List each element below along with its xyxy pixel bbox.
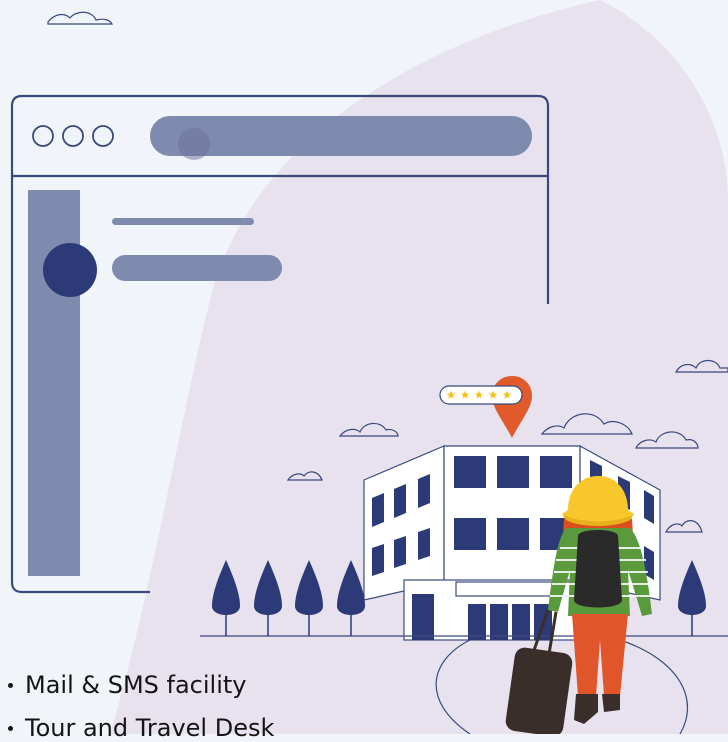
door-panel	[412, 594, 434, 640]
window	[372, 493, 384, 527]
window	[540, 456, 572, 488]
window	[454, 518, 486, 550]
suitcase-icon	[505, 647, 573, 734]
window	[497, 518, 529, 550]
window	[372, 544, 384, 576]
window-control-dot	[32, 125, 54, 147]
window-control-dot	[92, 125, 114, 147]
text-bar-placeholder	[112, 255, 282, 281]
door-panel	[490, 604, 508, 640]
window	[394, 484, 406, 518]
door-panel	[468, 604, 486, 640]
window	[418, 528, 430, 560]
hotel-booking-illustration	[10, 0, 728, 734]
heading-line-placeholder	[112, 218, 254, 225]
window	[418, 474, 430, 508]
window	[497, 456, 529, 488]
door-panel	[512, 604, 530, 640]
window-control-dot	[62, 125, 84, 147]
avatar	[43, 243, 97, 297]
address-bar-dot	[178, 128, 210, 160]
cloud-icon	[47, 11, 113, 25]
backpack-icon	[574, 530, 622, 608]
window	[454, 456, 486, 488]
shoe	[602, 694, 620, 712]
window	[394, 536, 406, 568]
